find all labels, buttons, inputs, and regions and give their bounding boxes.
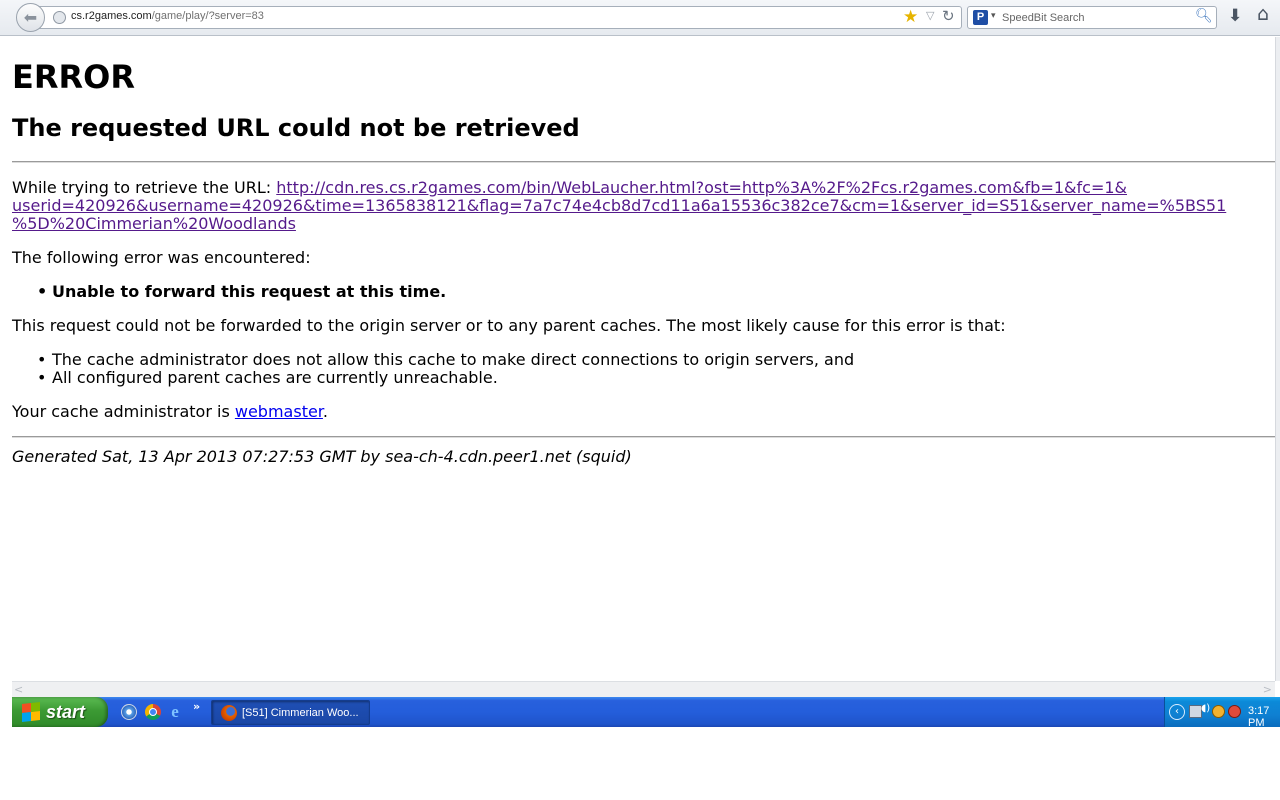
start-button[interactable]: start [12, 697, 108, 727]
admin-paragraph: Your cache administrator is webmaster. [12, 403, 1275, 421]
home-icon[interactable]: ⌂ [1257, 3, 1269, 25]
divider [12, 161, 1275, 163]
url-path: /game/play/?server=83 [151, 10, 264, 22]
antivirus-icon[interactable] [1212, 705, 1225, 718]
internet-explorer-icon[interactable]: e [167, 703, 183, 720]
firefox-icon [221, 704, 237, 721]
system-tray: ‹ ◖) 3:17 PM [1164, 697, 1280, 729]
admin-suffix: . [322, 402, 329, 421]
cause-list: The cache administrator does not allow t… [37, 351, 1275, 388]
page-subtitle: The requested URL could not be retrieved [12, 114, 580, 142]
taskbar-window-button[interactable]: [S51] Cimmerian Woo... [211, 700, 370, 725]
search-bar: P ▾ 🔍︎ [967, 6, 1217, 29]
safari-icon[interactable] [121, 704, 137, 720]
back-button[interactable]: ⬅ [16, 3, 45, 32]
dropdown-icon[interactable]: ▽ [926, 9, 934, 22]
taskbar-window-label: [S51] Cimmerian Woo... [242, 706, 359, 719]
magnifier-icon[interactable]: 🔍︎ [1195, 8, 1213, 24]
page-title: ERROR [12, 58, 135, 96]
page-content: ERROR The requested URL could not be ret… [0, 37, 1280, 681]
download-arrow-icon[interactable]: ⬇ [1228, 6, 1242, 26]
admin-prefix: Your cache administrator is [12, 402, 235, 421]
back-arrow-icon: ⬅ [23, 8, 38, 27]
star-icon[interactable]: ★ [903, 7, 918, 27]
url-host: cs.r2games.com [71, 10, 152, 22]
scroll-left-icon[interactable]: < [14, 683, 23, 696]
clock[interactable]: 3:17 PM [1248, 705, 1280, 729]
divider [12, 436, 1275, 438]
horizontal-scrollbar[interactable]: < > [12, 681, 1275, 697]
browser-toolbar: cs.r2games.com/game/play/?server=83 ★ ▽ … [0, 0, 1280, 36]
taskbar: start e » [S51] Cimmerian Woo... ‹ ◖) 3:… [12, 697, 1280, 729]
tray-tool-icon[interactable] [1228, 705, 1241, 718]
scroll-right-icon[interactable]: > [1263, 683, 1272, 696]
globe-icon[interactable] [53, 11, 66, 24]
chevron-down-icon[interactable]: ▾ [991, 11, 996, 21]
url-text[interactable]: cs.r2games.com/game/play/?server=83 [71, 10, 264, 22]
start-label: start [46, 701, 86, 722]
chrome-icon[interactable] [145, 704, 161, 720]
reload-icon[interactable]: ↻ [942, 7, 955, 25]
retrieve-label: While trying to retrieve the URL: [12, 178, 277, 197]
error-list: Unable to forward this request at this t… [37, 283, 1275, 302]
vertical-scrollbar[interactable] [1275, 37, 1280, 681]
cause-item: All configured parent caches are current… [37, 369, 1275, 388]
retrieve-url-paragraph: While trying to retrieve the URL: http:/… [12, 178, 1226, 233]
search-engine-icon[interactable]: P [973, 10, 988, 25]
footer-text: Generated Sat, 13 Apr 2013 07:27:53 GMT … [12, 447, 632, 466]
search-input[interactable] [1002, 10, 1192, 26]
cause-item: The cache administrator does not allow t… [37, 351, 1275, 370]
quicklaunch-more-icon[interactable]: » [193, 700, 200, 713]
url-bar[interactable]: cs.r2games.com/game/play/?server=83 ★ ▽ … [30, 6, 962, 29]
chevron-left-icon[interactable]: ‹ [1169, 704, 1185, 720]
webmaster-link[interactable]: webmaster [235, 402, 323, 421]
error-item: Unable to forward this request at this t… [37, 283, 1275, 302]
cause-intro: This request could not be forwarded to t… [12, 316, 1006, 335]
error-intro: The following error was encountered: [12, 248, 311, 267]
windows-logo-icon [22, 702, 40, 722]
